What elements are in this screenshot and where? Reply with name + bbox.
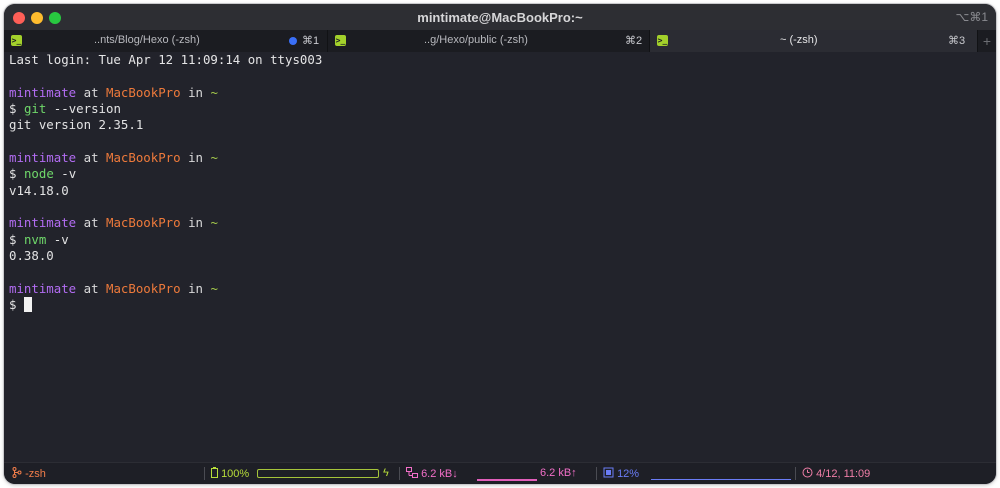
network-status[interactable]: 6.2 kB↓ (406, 467, 458, 480)
tab-bar: >_ ..nts/Blog/Hexo (-zsh) ⌘1 >_ ..g/Hexo… (4, 30, 996, 52)
prompt-in: in (188, 150, 203, 166)
shell-status[interactable]: -zsh (12, 467, 46, 480)
prompt-symbol: $ (9, 166, 17, 182)
prompt-host: MacBookPro (106, 150, 181, 166)
datetime: 4/12, 11:09 (816, 468, 871, 480)
cpu-graph (651, 479, 791, 480)
net-down: 6.2 kB↓ (421, 468, 458, 480)
prompt-at: at (83, 84, 99, 100)
window-shortcut: ⌥⌘1 (955, 10, 988, 24)
prompt-at: at (83, 215, 99, 231)
tab-title: ..nts/Blog/Hexo (-zsh) (94, 34, 200, 46)
text-cursor (23, 297, 32, 313)
terminal-window: mintimate@MacBookPro:~ ⌥⌘1 >_ ..nts/Blog… (4, 4, 996, 484)
net-graph (477, 479, 537, 481)
command-name: node (23, 166, 54, 182)
clock-status[interactable]: 4/12, 11:09 (802, 467, 870, 480)
battery-level-bar (257, 469, 379, 478)
prompt-host: MacBookPro (106, 84, 181, 100)
command-line: $ node -v (9, 166, 996, 182)
prompt-symbol: $ (9, 297, 17, 313)
status-bar: -zsh 100% ϟ 6.2 kB↓ 6.2 kB↑ 12% 4/12, 11… (4, 462, 996, 484)
prompt-user: mintimate (9, 84, 77, 100)
prompt-symbol: $ (9, 101, 17, 117)
cpu-icon (603, 467, 614, 478)
lightning-icon: ϟ (383, 467, 389, 479)
command-output: 0.38.0 (9, 248, 54, 264)
active-command-line[interactable]: $ (9, 297, 996, 313)
window-title: mintimate@MacBookPro:~ (417, 10, 583, 25)
tab-1[interactable]: >_ ..nts/Blog/Hexo (-zsh) ⌘1 (4, 30, 328, 52)
tab-title: ~ (-zsh) (780, 34, 818, 46)
prompt-at: at (83, 150, 99, 166)
command-args: -v (61, 166, 77, 182)
clock-icon (802, 467, 813, 478)
prompt-dir: ~ (210, 150, 218, 166)
prompt-user: mintimate (9, 150, 77, 166)
command-name: nvm (23, 231, 47, 247)
activity-indicator-icon (289, 37, 297, 45)
tab-title: ..g/Hexo/public (-zsh) (424, 34, 528, 46)
cpu-percent: 12% (617, 468, 640, 480)
prompt-user: mintimate (9, 215, 77, 231)
terminal-output[interactable]: Last login: Tue Apr 12 11:09:14 on ttys0… (4, 52, 996, 462)
net-up: 6.2 kB↑ (540, 467, 577, 479)
tab-2[interactable]: >_ ..g/Hexo/public (-zsh) ⌘2 (328, 30, 650, 52)
prompt-line: mintimate at MacBookPro in ~ (9, 281, 996, 297)
prompt-host: MacBookPro (106, 215, 181, 231)
title-bar: mintimate@MacBookPro:~ ⌥⌘1 (4, 4, 996, 30)
prompt-line: mintimate at MacBookPro in ~ (9, 215, 996, 231)
prompt-at: at (83, 280, 99, 296)
command-name: git (23, 101, 47, 117)
command-args: -v (53, 231, 69, 247)
prompt-dir: ~ (210, 84, 218, 100)
battery-icon (211, 467, 218, 478)
tab-shortcut: ⌘2 (625, 35, 643, 47)
prompt-dir: ~ (210, 280, 218, 296)
prompt-line: mintimate at MacBookPro in ~ (9, 85, 996, 101)
prompt-line: mintimate at MacBookPro in ~ (9, 150, 996, 166)
tab-3[interactable]: >_ ~ (-zsh) ⌘3 (650, 30, 978, 52)
network-icon (406, 467, 418, 478)
battery-level-fill (258, 470, 378, 477)
terminal-icon: >_ (11, 35, 22, 46)
shell-name: -zsh (25, 468, 46, 480)
battery-percent: 100% (221, 468, 250, 480)
prompt-host: MacBookPro (106, 280, 181, 296)
command-line: $ git --version (9, 101, 996, 117)
prompt-in: in (188, 84, 203, 100)
cpu-status[interactable]: 12% (603, 467, 639, 480)
prompt-symbol: $ (9, 231, 17, 247)
new-tab-button[interactable]: + (978, 30, 996, 52)
terminal-icon: >_ (335, 35, 346, 46)
tab-shortcut: ⌘3 (948, 35, 966, 47)
command-args: --version (53, 101, 121, 117)
prompt-in: in (188, 280, 203, 296)
branch-icon (12, 467, 22, 478)
terminal-icon: >_ (657, 35, 668, 46)
prompt-dir: ~ (210, 215, 218, 231)
command-line: $ nvm -v (9, 232, 996, 248)
last-login-line: Last login: Tue Apr 12 11:09:14 on ttys0… (9, 52, 323, 67)
prompt-in: in (188, 215, 203, 231)
command-output: v14.18.0 (9, 182, 69, 198)
battery-status[interactable]: 100% (211, 467, 249, 480)
prompt-user: mintimate (9, 280, 77, 296)
tab-shortcut: ⌘1 (302, 35, 320, 47)
command-output: git version 2.35.1 (9, 117, 144, 133)
